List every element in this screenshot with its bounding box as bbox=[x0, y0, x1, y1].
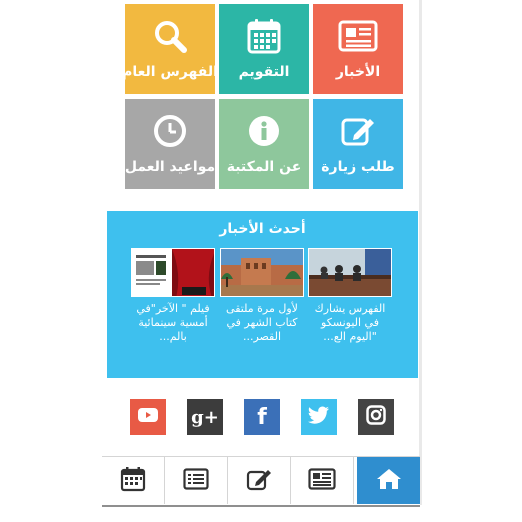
list-icon bbox=[183, 467, 209, 494]
latest-news-title: أحدث الأخبار bbox=[219, 221, 306, 237]
tile-working-hours[interactable]: مواعيد العمل bbox=[125, 99, 215, 189]
tile-news[interactable]: الأخبار bbox=[313, 4, 403, 94]
google-plus-button[interactable]: g+ bbox=[187, 399, 223, 435]
instagram-icon bbox=[366, 405, 386, 429]
news-thumbnail bbox=[131, 248, 215, 297]
twitter-button[interactable] bbox=[301, 399, 337, 435]
nav-calendar[interactable] bbox=[102, 457, 165, 504]
nav-edit[interactable] bbox=[228, 457, 291, 504]
tile-label: طلب زيارة bbox=[321, 159, 395, 175]
nav-news[interactable] bbox=[291, 457, 354, 504]
bottom-nav bbox=[102, 456, 420, 507]
news-thumbnail bbox=[308, 248, 392, 297]
tile-label: عن المكتبة bbox=[226, 159, 302, 175]
tile-visit-request[interactable]: طلب زيارة bbox=[313, 99, 403, 189]
youtube-icon bbox=[138, 407, 158, 427]
facebook-button[interactable]: f bbox=[244, 399, 280, 435]
tile-about[interactable]: عن المكتبة bbox=[219, 99, 309, 189]
newspaper-icon bbox=[338, 16, 378, 56]
latest-news-panel: أحدث الأخبار الفهرس يشارك في اليونسكو "ا… bbox=[107, 211, 418, 378]
screen-edge bbox=[419, 0, 422, 505]
tile-label: التقويم bbox=[238, 64, 290, 80]
news-caption: لأول مرة ملتقى كتاب الشهر في القصر... bbox=[226, 302, 298, 343]
news-item[interactable]: الفهرس يشارك في اليونسكو "اليوم الع... bbox=[308, 248, 392, 344]
tile-catalog[interactable]: الفهرس العام bbox=[122, 4, 218, 94]
tile-label: مواعيد العمل bbox=[124, 159, 216, 175]
youtube-button[interactable] bbox=[130, 399, 166, 435]
calendar-icon bbox=[120, 466, 146, 496]
edit-icon bbox=[340, 111, 376, 151]
edit-icon bbox=[246, 467, 272, 495]
nav-list[interactable] bbox=[165, 457, 228, 504]
nav-home[interactable] bbox=[357, 457, 420, 504]
calendar-icon bbox=[247, 16, 281, 56]
search-icon bbox=[153, 16, 187, 56]
tile-label: الفهرس العام bbox=[122, 64, 218, 80]
google-plus-icon: g+ bbox=[191, 406, 219, 428]
facebook-icon: f bbox=[257, 404, 267, 430]
tile-label: الأخبار bbox=[335, 64, 381, 80]
news-caption: الفهرس يشارك في اليونسكو "اليوم الع... bbox=[314, 302, 386, 343]
home-icon bbox=[376, 468, 402, 494]
instagram-button[interactable] bbox=[358, 399, 394, 435]
news-item[interactable]: فيلم " الآخر"في أمسية سينمائية بالم... bbox=[131, 248, 215, 344]
news-caption: فيلم " الآخر"في أمسية سينمائية بالم... bbox=[136, 302, 210, 343]
tile-calendar[interactable]: التقويم bbox=[219, 4, 309, 94]
news-thumbnail bbox=[220, 248, 304, 297]
news-item[interactable]: لأول مرة ملتقى كتاب الشهر في القصر... bbox=[220, 248, 304, 344]
newspaper-icon bbox=[308, 467, 336, 494]
info-icon bbox=[247, 111, 281, 151]
twitter-icon bbox=[308, 406, 330, 428]
clock-icon bbox=[153, 111, 187, 151]
